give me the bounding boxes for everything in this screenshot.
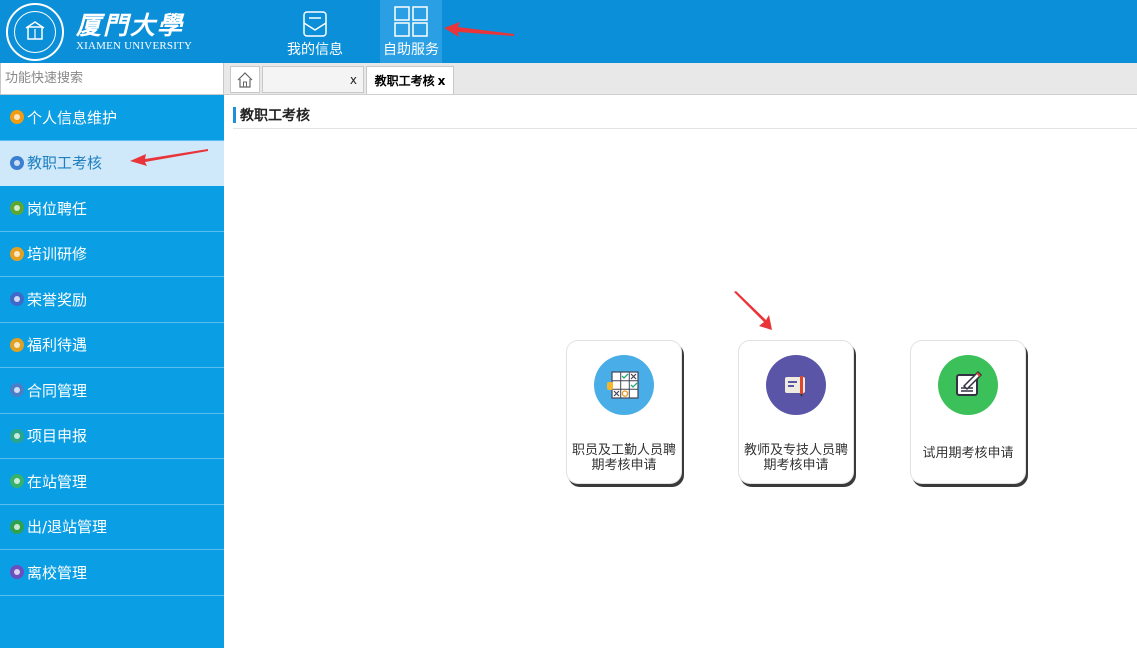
- page-title: 教职工考核: [233, 105, 310, 125]
- annotation-arrow-icon: [444, 22, 514, 37]
- sidebar-item-label: 福利待遇: [27, 336, 88, 355]
- tab-staff-assessment-label: 教职工考核: [374, 74, 435, 88]
- sidebar-item-label: 合同管理: [27, 381, 88, 400]
- sidebar-item-label: 教职工考核: [27, 154, 103, 173]
- home-icon: [237, 71, 253, 88]
- yen-icon: [10, 337, 24, 352]
- function-search[interactable]: [0, 63, 224, 95]
- assessment-icon: [10, 155, 24, 170]
- card-label-line2: 期考核申请: [763, 458, 829, 473]
- station-icon: [10, 474, 24, 489]
- university-seal-icon: [6, 2, 64, 61]
- search-input[interactable]: [1, 63, 223, 94]
- exit-icon: [10, 519, 24, 534]
- sidebar-item-label: 培训研修: [27, 245, 88, 264]
- sidebar-item-label: 荣誉奖励: [27, 290, 88, 309]
- nav-self-service[interactable]: 自助服务: [380, 0, 442, 63]
- gear-icon: [10, 110, 24, 125]
- nav-my-info[interactable]: 我的信息: [280, 0, 350, 63]
- tab-blank[interactable]: x: [262, 66, 364, 93]
- envelope-icon: [303, 11, 327, 37]
- sidebar-item-leave-school[interactable]: 离校管理: [0, 550, 224, 596]
- sidebar-item-personal-info[interactable]: 个人信息维护: [0, 95, 224, 141]
- sidebar: 个人信息维护 教职工考核 岗位聘任 培训研修 荣誉奖励 福利待遇 合同管理 项目…: [0, 95, 224, 648]
- sidebar-item-in-station[interactable]: 在站管理: [0, 459, 224, 505]
- briefcase-icon: [10, 383, 24, 398]
- edit-note-icon: [938, 355, 998, 415]
- training-icon: [10, 246, 24, 261]
- sidebar-item-label: 岗位聘任: [27, 199, 88, 218]
- sidebar-item-welfare[interactable]: 福利待遇: [0, 323, 224, 368]
- nav-my-info-label: 我的信息: [287, 42, 343, 58]
- tab-staff-assessment[interactable]: 教职工考核 x: [366, 66, 454, 94]
- project-icon: [10, 428, 24, 443]
- leave-icon: [10, 565, 24, 580]
- sidebar-item-label: 项目申报: [27, 427, 88, 446]
- annotation-arrow-icon: [734, 291, 772, 330]
- nav-self-service-label: 自助服务: [383, 42, 439, 58]
- tab-staff-assessment-close-icon[interactable]: x: [438, 74, 446, 88]
- card-label-line1: 职员及工勤人员聘: [571, 443, 676, 458]
- sidebar-item-label: 在站管理: [27, 472, 88, 491]
- sidebar-item-post-appointment[interactable]: 岗位聘任: [0, 186, 224, 232]
- top-header: 厦門大學 XIAMEN UNIVERSITY 我的信息 自助服务: [0, 0, 1137, 63]
- person-icon: [10, 201, 24, 216]
- tab-blank-close-icon[interactable]: x: [350, 73, 357, 87]
- document-pen-icon: [766, 355, 826, 415]
- grid-icon: [394, 6, 428, 37]
- sidebar-item-exit-station[interactable]: 出/退站管理: [0, 505, 224, 550]
- sidebar-item-label: 出/退站管理: [27, 518, 108, 537]
- checklist-grid-icon: [594, 355, 654, 415]
- logo-english-name: XIAMEN UNIVERSITY: [76, 39, 193, 52]
- sidebar-item-contract[interactable]: 合同管理: [0, 368, 224, 414]
- sidebar-item-training[interactable]: 培训研修: [0, 232, 224, 277]
- card-label-line2: 期考核申请: [591, 458, 657, 473]
- card-teacher-specialist-assessment[interactable]: 教师及专技人员聘 期考核申请: [738, 340, 854, 484]
- card-probation-assessment[interactable]: 试用期考核申请: [910, 340, 1026, 484]
- page-title-text: 教职工考核: [240, 108, 310, 124]
- university-logo[interactable]: 厦門大學 XIAMEN UNIVERSITY: [0, 0, 222, 63]
- card-label-line1: 试用期考核申请: [922, 446, 1014, 461]
- card-label-line1: 教师及专技人员聘: [743, 443, 848, 458]
- sidebar-item-label: 离校管理: [27, 563, 88, 582]
- sidebar-item-label: 个人信息维护: [27, 108, 118, 127]
- sidebar-item-honors[interactable]: 荣誉奖励: [0, 277, 224, 323]
- sidebar-item-project[interactable]: 项目申报: [0, 414, 224, 459]
- tab-bar: x 教职工考核 x: [224, 63, 1137, 95]
- tab-home[interactable]: [230, 66, 260, 93]
- award-icon: [10, 292, 24, 307]
- annotation-arrow-icon: [130, 149, 208, 166]
- card-staff-worker-assessment[interactable]: 职员及工勤人员聘 期考核申请: [566, 340, 682, 484]
- title-divider: [233, 128, 1137, 129]
- logo-chinese-name: 厦門大學: [76, 10, 185, 40]
